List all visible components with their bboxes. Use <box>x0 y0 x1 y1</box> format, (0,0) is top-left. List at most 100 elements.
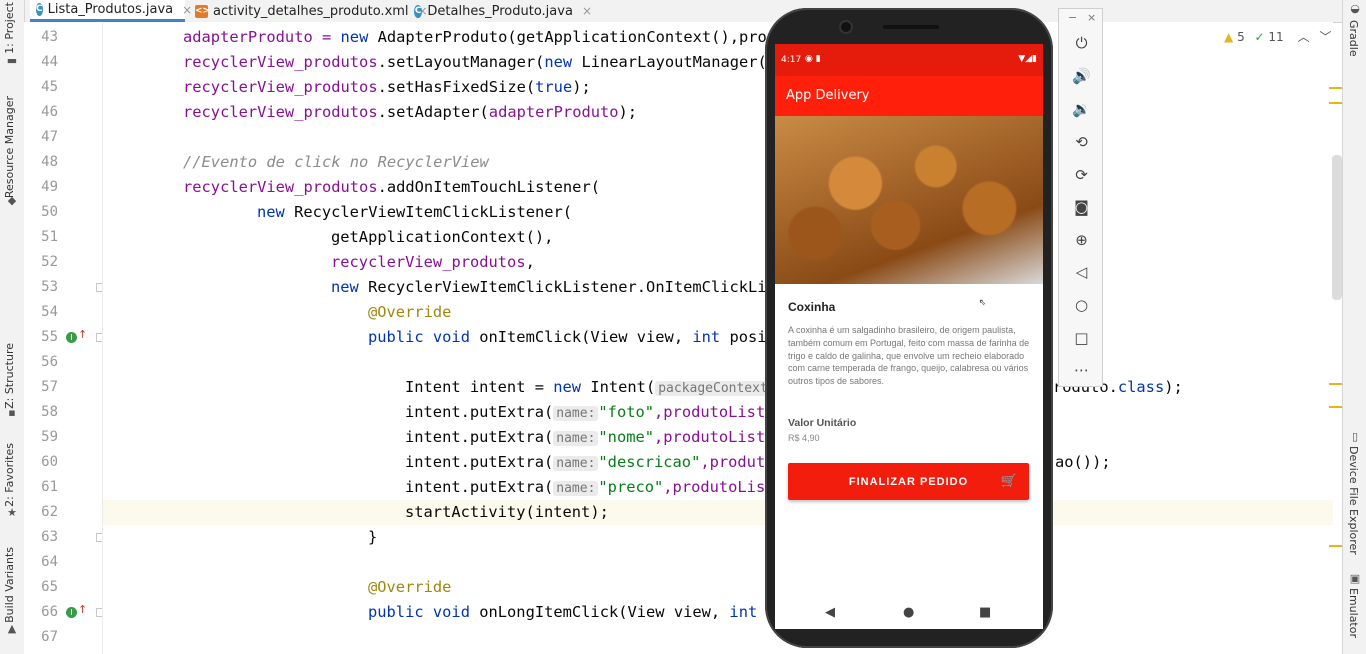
back-icon[interactable]: ◀ <box>825 605 835 620</box>
line-number: 46 <box>41 104 58 120</box>
code-token: intent.putExtra( <box>405 453 554 471</box>
project-tool-tab[interactable]: 1: Project <box>3 2 16 54</box>
app-title: App Delivery <box>786 88 870 103</box>
code-token: startActivity(intent); <box>405 503 609 521</box>
emulator-tool-tab[interactable]: Emulator <box>1347 588 1360 638</box>
resource-manager-tool-tab[interactable]: Resource Manager <box>3 96 16 198</box>
chevron-up-icon[interactable]: ︿ <box>1298 30 1310 44</box>
warning-marker[interactable] <box>1329 383 1342 385</box>
code-line-45: recyclerView_produtos.setHasFixedSize(tr… <box>183 75 591 100</box>
emulator-toolbar: − × ⏻ 🔊 🔉 ⟲ ⟳ ◙ ⊕ ◁ ○ □ ⋯ <box>1058 8 1103 387</box>
line-number: 54 <box>41 304 58 320</box>
line-number: 51 <box>41 229 58 245</box>
power-icon[interactable]: ⏻ <box>1059 34 1104 52</box>
emulator-icon: ▣ <box>1349 572 1361 585</box>
code-token: new <box>544 53 573 71</box>
code-comment: //Evento de click no RecyclerView <box>183 153 489 171</box>
warning-marker[interactable] <box>1329 87 1342 89</box>
line-number: 58 <box>41 404 58 420</box>
code-token: } <box>368 528 378 546</box>
code-token: ,produtoLis <box>663 478 766 496</box>
code-string: "preco" <box>598 478 664 496</box>
implements-method-icon[interactable]: I <box>66 607 77 618</box>
line-number: 63 <box>41 529 58 545</box>
battery-icon: ▼◢▮ <box>1018 54 1037 64</box>
right-tool-strip: ◒ Gradle ▯ Device File Explorer ▣ Emulat… <box>1342 0 1366 654</box>
more-icon[interactable]: ⋯ <box>1059 361 1104 379</box>
code-line-58: intent.putExtra(name: "foto",produtoList <box>405 400 765 425</box>
parameter-hint: name: <box>553 431 599 446</box>
code-token: AdapterProduto(getApplicationContext(),p… <box>368 28 767 46</box>
code-token: Intent intent = <box>405 378 554 396</box>
code-token: .addOnItemTouchListener( <box>377 178 600 196</box>
warning-marker[interactable] <box>1329 545 1342 547</box>
overview-icon[interactable]: □ <box>1059 329 1104 347</box>
line-number: 53 <box>41 279 58 295</box>
code-token: int <box>692 328 721 346</box>
minimize-button[interactable]: − <box>1068 11 1077 24</box>
code-token: ao()); <box>1055 453 1111 471</box>
favorites-tool-tab[interactable]: 2: Favorites <box>3 443 16 507</box>
java-class-icon: C <box>36 3 43 16</box>
code-token: ,produt <box>700 453 766 471</box>
parameter-hint: name: <box>553 456 599 471</box>
build-variants-tool-tab[interactable]: Build Variants <box>3 547 16 623</box>
tab-activity-detalhes-produto[interactable]: <> activity_detalhes_produto.xml × <box>189 0 428 22</box>
code-token: .setAdapter( <box>377 103 489 121</box>
line-number: 59 <box>41 429 58 445</box>
code-token: void <box>432 328 470 346</box>
code-token: RecyclerViewItemClickListener( <box>284 203 573 221</box>
editor-tab-bar: C Lista_Produtos.java × <> activity_deta… <box>24 0 1342 23</box>
device-file-explorer-tool-tab[interactable]: Device File Explorer <box>1347 446 1360 555</box>
warning-marker[interactable] <box>1329 102 1342 104</box>
line-number: 65 <box>41 579 58 595</box>
rotate-left-icon[interactable]: ⟲ <box>1059 133 1104 151</box>
volume-up-icon[interactable]: 🔊 <box>1059 67 1104 85</box>
gradle-tool-tab[interactable]: Gradle <box>1347 20 1360 57</box>
volume-down-icon[interactable]: 🔉 <box>1059 100 1104 118</box>
price-value: R$ 4,90 <box>788 433 820 443</box>
structure-tool-tab[interactable]: Z: Structure <box>3 343 16 409</box>
tab-lista-produtos[interactable]: C Lista_Produtos.java × <box>30 0 192 22</box>
emulator-screen[interactable]: 4:17 ◉ ▮ ▼◢▮ App Delivery Coxinha A coxi… <box>775 44 1043 599</box>
tab-label: activity_detalhes_produto.xml <box>213 3 409 19</box>
code-string: "nome" <box>598 428 655 446</box>
back-icon[interactable]: ◁ <box>1059 263 1104 281</box>
parameter-hint: name: <box>553 406 599 421</box>
rotate-right-icon[interactable]: ⟳ <box>1059 166 1104 184</box>
code-token: new <box>257 203 285 221</box>
zoom-icon[interactable]: ⊕ <box>1059 231 1104 249</box>
camera-icon[interactable]: ◙ <box>1059 198 1104 216</box>
code-token: .setLayoutManager( <box>377 53 545 71</box>
code-token: class <box>1117 378 1165 396</box>
overview-icon[interactable]: ■ <box>979 605 991 620</box>
implements-method-icon[interactable]: I <box>66 332 77 343</box>
warning-marker[interactable] <box>1329 406 1342 408</box>
home-icon[interactable]: ● <box>903 605 914 620</box>
inspection-widget[interactable]: ▲ 5 ✓ 11 ︿ ﹀ <box>1224 28 1331 45</box>
price-label: Valor Unitário <box>788 417 857 429</box>
line-number: 57 <box>41 379 58 395</box>
close-tab-icon[interactable]: × <box>582 4 592 18</box>
tab-detalhes-produto[interactable]: C Detalhes_Produto.java × <box>408 0 598 22</box>
home-icon[interactable]: ○ <box>1059 296 1104 314</box>
code-line-48: //Evento de click no RecyclerView <box>183 150 489 175</box>
line-number: 45 <box>41 79 58 95</box>
finalizar-pedido-button[interactable]: FINALIZAR PEDIDO 🛒 <box>788 463 1029 500</box>
line-number: 44 <box>41 54 58 70</box>
chevron-down-icon[interactable]: ﹀ <box>1319 30 1331 44</box>
code-editor[interactable]: adapterProduto = new AdapterProduto(getA… <box>102 22 1333 654</box>
code-line-60: intent.putExtra(name: "descricao",produt <box>405 450 765 475</box>
close-button[interactable]: × <box>1087 11 1096 24</box>
weak-warning-icon: ✓ <box>1254 30 1265 44</box>
line-number: 52 <box>41 254 58 270</box>
code-token: RecyclerViewItemClickListener.OnItemClic… <box>358 278 767 296</box>
code-token: getApplicationContext(), <box>331 228 554 246</box>
code-token: recyclerView_produtos <box>183 103 378 121</box>
editor-scrollbar[interactable] <box>1332 155 1342 300</box>
code-token: recyclerView_produtos <box>183 178 378 196</box>
code-token: recyclerView_produtos <box>331 253 526 271</box>
app-toolbar: App Delivery <box>775 76 1043 116</box>
android-nav-bar: ◀ ● ■ <box>775 599 1043 629</box>
